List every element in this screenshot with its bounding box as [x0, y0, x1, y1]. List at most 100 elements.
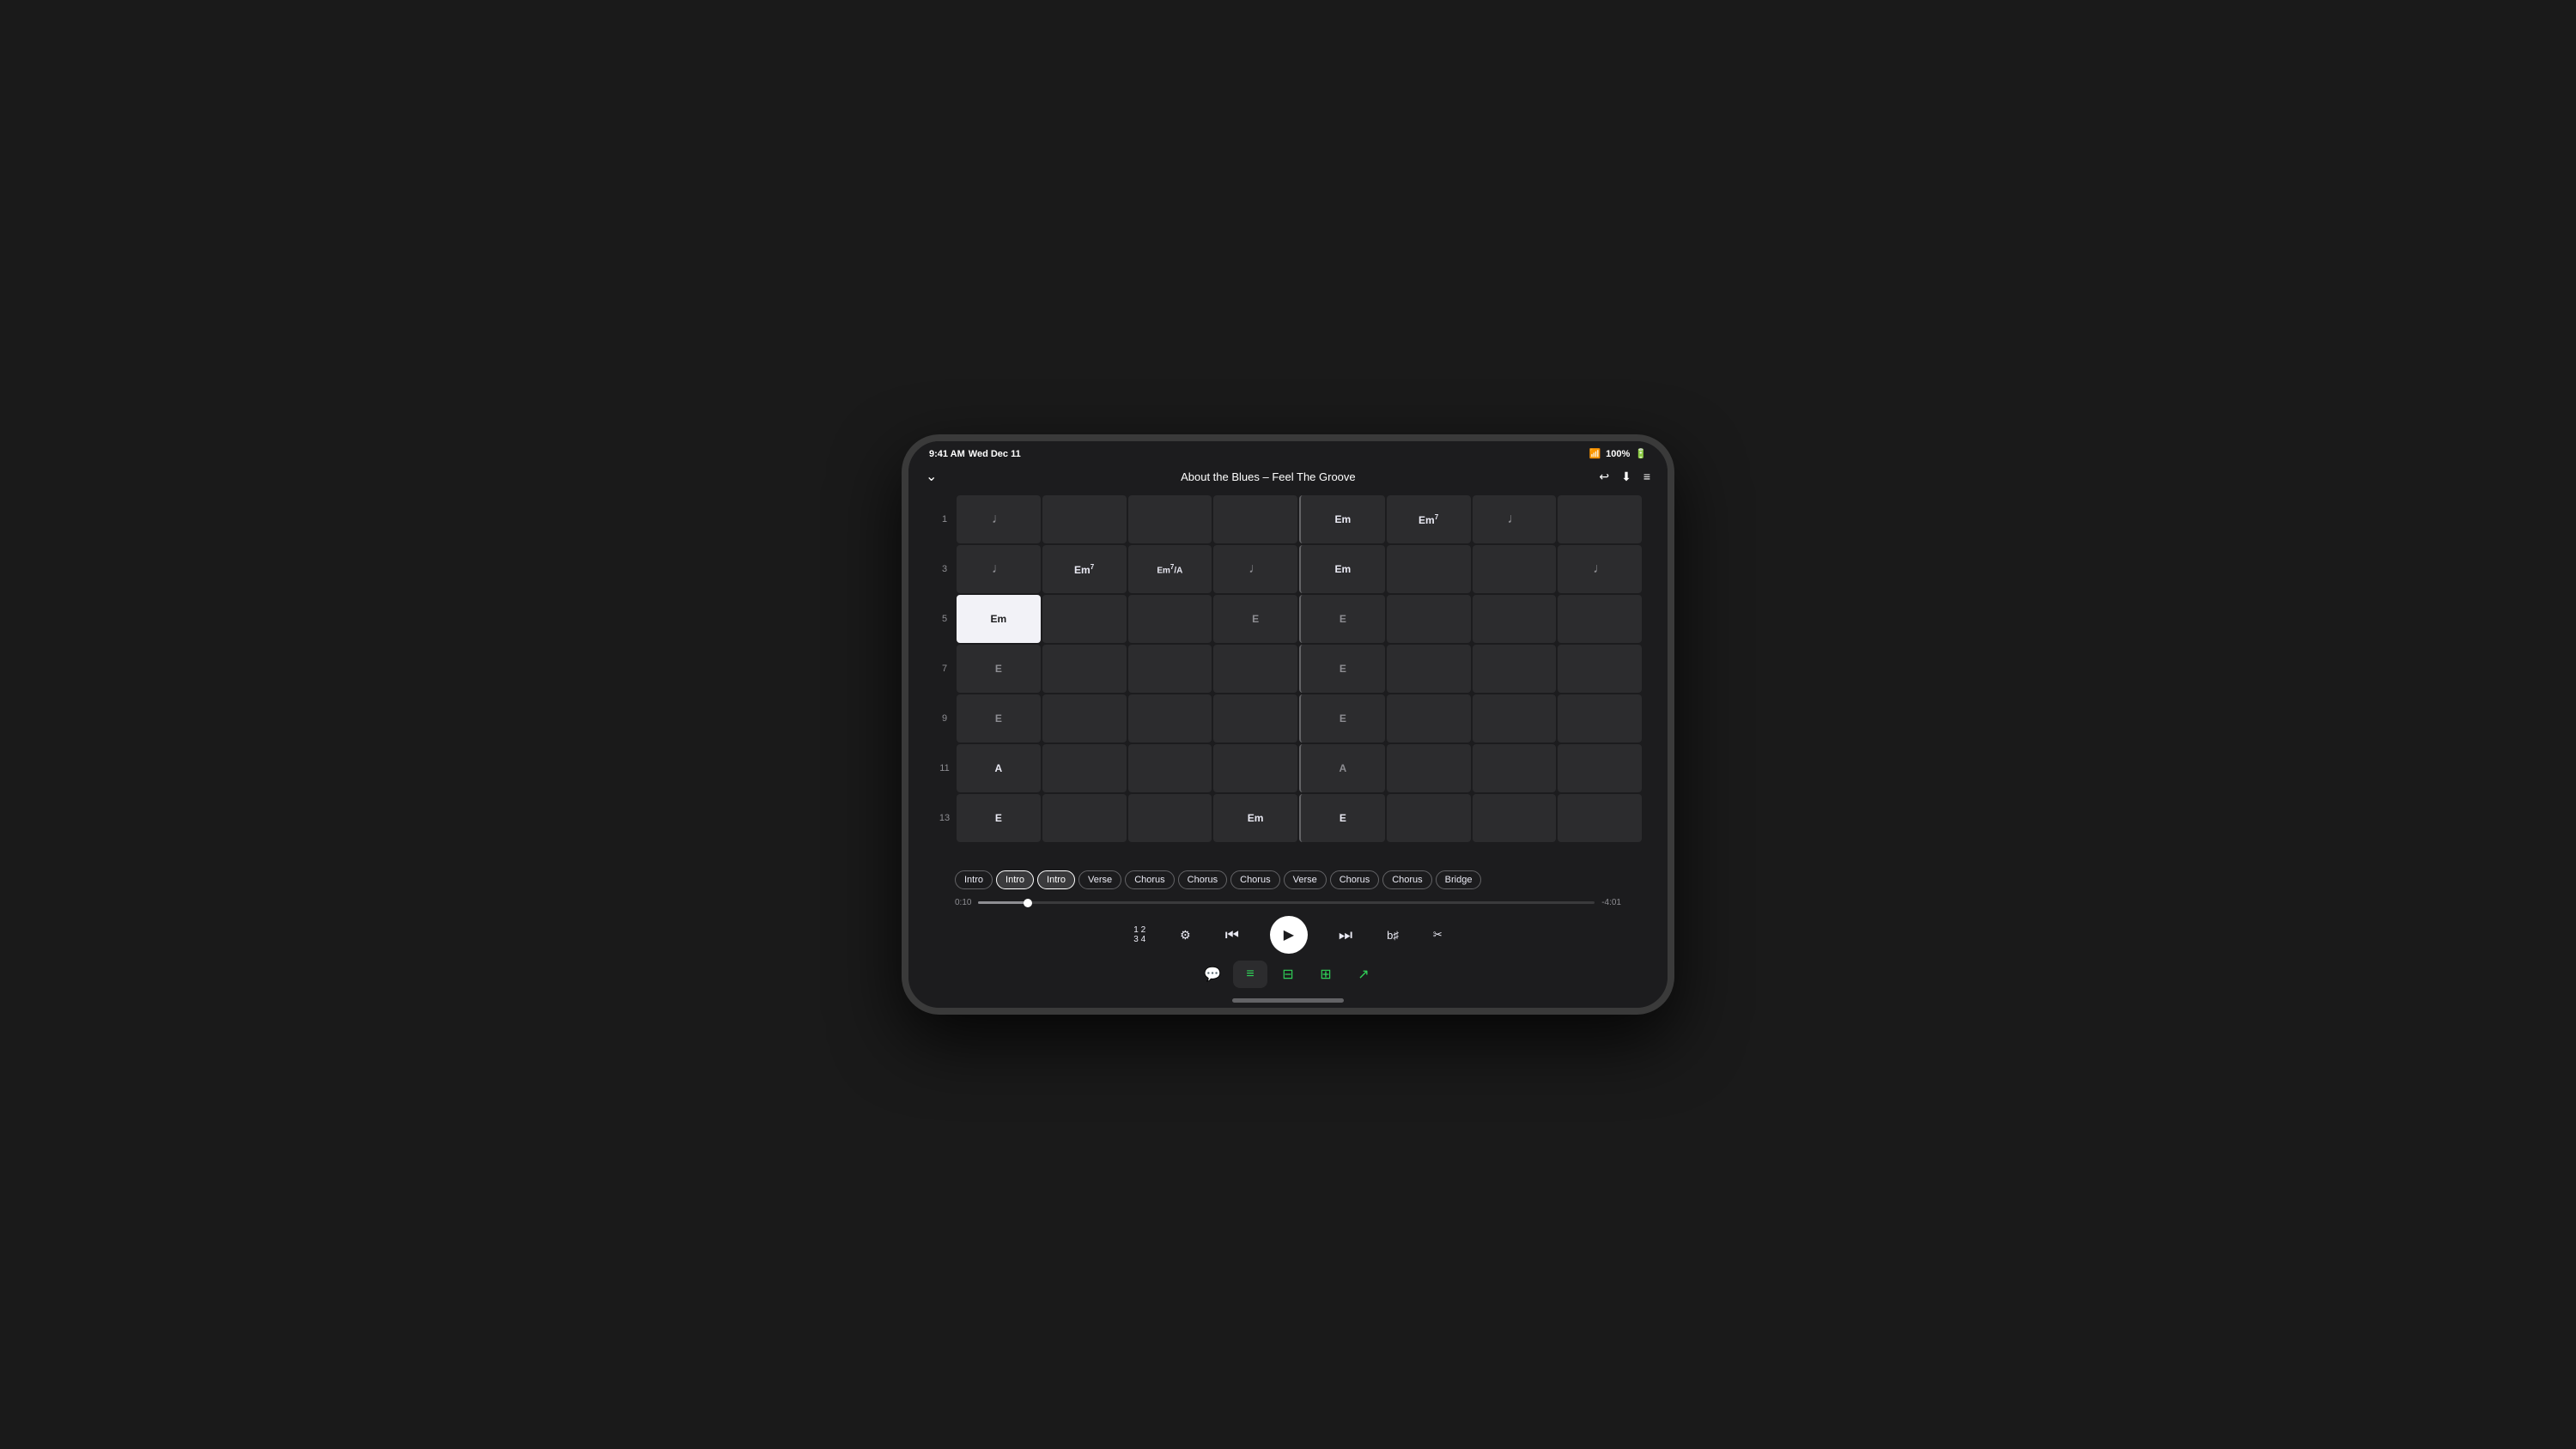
toolbar-list-button[interactable]: ≡: [1233, 961, 1267, 988]
cell-5-2[interactable]: [1042, 595, 1127, 643]
cell-9-8[interactable]: [1558, 694, 1642, 743]
row-number: 5: [934, 595, 955, 643]
cell-7-1[interactable]: E: [957, 645, 1041, 693]
header: ⌄ About the Blues – Feel The Groove ↩ ⬇ …: [908, 463, 1668, 492]
section-tag-bridge[interactable]: Bridge: [1436, 870, 1482, 889]
cell-11-4[interactable]: [1213, 744, 1297, 792]
section-tag-intro1[interactable]: Intro: [955, 870, 993, 889]
cell-9-1[interactable]: E: [957, 694, 1041, 743]
cell-1-4[interactable]: [1213, 495, 1297, 543]
time-signature-button[interactable]: 1 2 3 4: [1130, 922, 1149, 948]
row-number: 3: [934, 545, 955, 593]
cell-5-5[interactable]: E: [1299, 595, 1385, 643]
grid3-view-icon: ⊞: [1320, 966, 1331, 983]
home-indicator: [1232, 998, 1344, 1003]
cell-13-6[interactable]: [1387, 794, 1471, 842]
chord-label: E: [995, 812, 1002, 824]
transpose-button[interactable]: b♯: [1383, 925, 1402, 945]
cell-11-2[interactable]: [1042, 744, 1127, 792]
cell-11-7[interactable]: [1473, 744, 1557, 792]
section-tag-intro3[interactable]: Intro: [1037, 870, 1075, 889]
section-tag-intro2[interactable]: Intro: [996, 870, 1034, 889]
cell-1-7[interactable]: ♩: [1473, 495, 1557, 543]
cell-3-5[interactable]: Em: [1299, 545, 1385, 593]
toolbar-lyrics-button[interactable]: 💬: [1195, 961, 1230, 988]
cell-11-3[interactable]: [1128, 744, 1212, 792]
rewind-button[interactable]: ⏮: [1222, 923, 1242, 948]
time-sig-label: 1 2: [1133, 925, 1145, 935]
progress-fill: [978, 901, 1027, 904]
cell-1-3[interactable]: [1128, 495, 1212, 543]
undo-button[interactable]: ↩: [1599, 470, 1609, 484]
cell-13-4[interactable]: Em: [1213, 794, 1297, 842]
cell-3-4[interactable]: ♩: [1213, 545, 1297, 593]
cell-9-5[interactable]: E: [1299, 694, 1385, 743]
cell-9-7[interactable]: [1473, 694, 1557, 743]
chord-label: Em7: [1074, 563, 1094, 576]
cell-13-8[interactable]: [1558, 794, 1642, 842]
fast-forward-button[interactable]: ⏭: [1335, 923, 1356, 948]
chord-label: Em: [991, 613, 1007, 625]
cell-1-5[interactable]: Em: [1299, 495, 1385, 543]
cell-9-3[interactable]: [1128, 694, 1212, 743]
cell-3-2[interactable]: Em7: [1042, 545, 1127, 593]
chord-label: E: [1252, 613, 1259, 625]
chord-label: E: [1340, 812, 1346, 824]
cell-7-3[interactable]: [1128, 645, 1212, 693]
cell-11-1[interactable]: A: [957, 744, 1041, 792]
cell-5-6[interactable]: [1387, 595, 1471, 643]
cell-9-2[interactable]: [1042, 694, 1127, 743]
section-tag-chorus5[interactable]: Chorus: [1382, 870, 1431, 889]
toolbar-grid3-button[interactable]: ⊞: [1309, 961, 1343, 988]
cell-1-2[interactable]: [1042, 495, 1127, 543]
cell-3-6[interactable]: [1387, 545, 1471, 593]
table-row: 11 A A: [934, 744, 1642, 792]
cell-5-7[interactable]: [1473, 595, 1557, 643]
cell-13-7[interactable]: [1473, 794, 1557, 842]
cell-5-8[interactable]: [1558, 595, 1642, 643]
cell-1-6[interactable]: Em7: [1387, 495, 1471, 543]
cell-11-6[interactable]: [1387, 744, 1471, 792]
cell-1-8[interactable]: [1558, 495, 1642, 543]
toolbar-share-button[interactable]: ↗: [1346, 961, 1381, 988]
section-tag-verse2[interactable]: Verse: [1284, 870, 1327, 889]
cell-1-1[interactable]: ♩: [957, 495, 1041, 543]
toolbar-grid2-button[interactable]: ⊟: [1271, 961, 1305, 988]
play-button[interactable]: ▶: [1270, 916, 1308, 954]
cell-13-3[interactable]: [1128, 794, 1212, 842]
cell-5-1[interactable]: Em: [957, 595, 1041, 643]
cell-7-4[interactable]: [1213, 645, 1297, 693]
cell-5-4[interactable]: E: [1213, 595, 1297, 643]
progress-area: 0:10 -4:01: [934, 893, 1642, 909]
cell-7-6[interactable]: [1387, 645, 1471, 693]
cell-13-1[interactable]: E: [957, 794, 1041, 842]
main-content: 1 ♩ Em Em7 ♩ 3 ♩: [908, 492, 1668, 997]
section-tag-chorus1[interactable]: Chorus: [1125, 870, 1174, 889]
cell-11-5[interactable]: A: [1299, 744, 1385, 792]
progress-bar[interactable]: [978, 901, 1595, 904]
cell-7-5[interactable]: E: [1299, 645, 1385, 693]
back-button[interactable]: ⌄: [926, 468, 937, 485]
cell-13-2[interactable]: [1042, 794, 1127, 842]
cell-9-6[interactable]: [1387, 694, 1471, 743]
cell-5-3[interactable]: [1128, 595, 1212, 643]
cell-7-7[interactable]: [1473, 645, 1557, 693]
cell-3-1[interactable]: ♩: [957, 545, 1041, 593]
cell-7-8[interactable]: [1558, 645, 1642, 693]
cell-3-7[interactable]: [1473, 545, 1557, 593]
section-tag-verse1[interactable]: Verse: [1078, 870, 1121, 889]
menu-button[interactable]: ≡: [1643, 470, 1650, 483]
cell-11-8[interactable]: [1558, 744, 1642, 792]
download-button[interactable]: ⬇: [1621, 470, 1631, 484]
section-tag-chorus4[interactable]: Chorus: [1330, 870, 1379, 889]
section-tag-chorus2[interactable]: Chorus: [1178, 870, 1227, 889]
section-tag-chorus3[interactable]: Chorus: [1230, 870, 1279, 889]
metronome-button[interactable]: ⚙: [1176, 925, 1194, 946]
cell-7-2[interactable]: [1042, 645, 1127, 693]
cell-3-3[interactable]: Em7/A: [1128, 545, 1212, 593]
chord-label: A: [995, 762, 1003, 774]
cell-3-8[interactable]: ♩: [1558, 545, 1642, 593]
scissors-button[interactable]: ✂: [1430, 925, 1446, 945]
cell-13-5[interactable]: E: [1299, 794, 1385, 842]
cell-9-4[interactable]: [1213, 694, 1297, 743]
